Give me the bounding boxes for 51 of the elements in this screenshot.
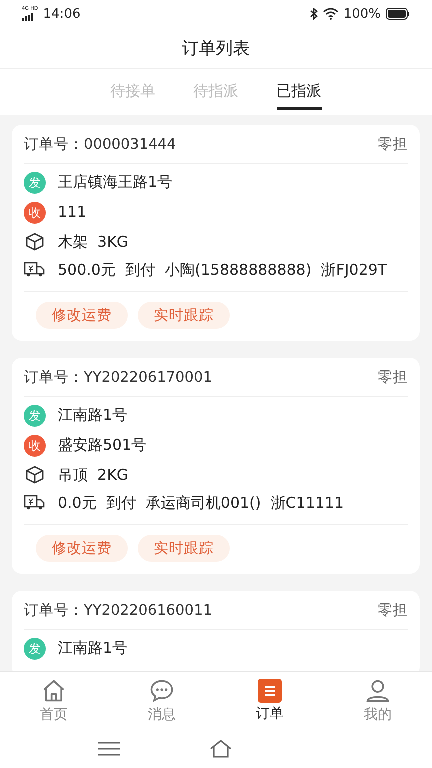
goods-text: 木架 3KG — [58, 232, 129, 252]
sender-badge: 发 — [24, 405, 46, 427]
action-button[interactable]: 修改运费 — [36, 535, 128, 562]
order-number: 订单号：YY202206170001 — [24, 369, 212, 387]
order-card[interactable]: 订单号：YY202206160011 零担 发 江南路1号 — [12, 591, 420, 671]
sender-text: 江南路1号 — [58, 405, 128, 425]
sender-badge: 发 — [24, 172, 46, 194]
wifi-icon — [322, 8, 339, 20]
bluetooth-icon — [310, 8, 318, 20]
tab[interactable]: 待接单 — [110, 74, 156, 110]
user-icon — [365, 678, 391, 704]
order-card[interactable]: 订单号：YY202206170001 零担 发 江南路1号 收 盛安路501号 吊顶 2KG 0.0元 到付 承运商司机001() 浙C11111 修改运费 实时跟踪 — [12, 358, 420, 574]
box-icon — [24, 232, 46, 252]
battery-label: 100% — [344, 6, 381, 22]
nav-tab[interactable]: 首页 — [0, 672, 108, 730]
signal-icon — [22, 13, 34, 21]
sender-text: 王店镇海王路1号 — [58, 172, 173, 192]
truck-icon — [24, 260, 46, 278]
action-button[interactable]: 实时跟踪 — [138, 302, 230, 329]
truck-icon — [24, 493, 46, 511]
nav-tab[interactable]: 我的 — [324, 672, 432, 730]
tab[interactable]: 已指派 — [276, 74, 322, 110]
sender-text: 江南路1号 — [58, 638, 128, 658]
order-type: 零担 — [378, 136, 408, 154]
list-icon — [258, 679, 282, 703]
order-number: 订单号：YY202206160011 — [24, 602, 212, 620]
order-type: 零担 — [378, 369, 408, 387]
status-time: 14:06 — [43, 6, 81, 22]
tab[interactable]: 待指派 — [194, 74, 238, 110]
receiver-badge: 收 — [24, 435, 46, 457]
box-icon — [24, 465, 46, 485]
menu-icon[interactable] — [98, 742, 120, 756]
nav-tab[interactable]: 消息 — [108, 672, 216, 730]
action-button[interactable]: 实时跟踪 — [138, 535, 230, 562]
receiver-text: 111 — [58, 202, 87, 222]
home-icon — [41, 678, 67, 704]
freight-text: 0.0元 到付 承运商司机001() 浙C11111 — [58, 493, 344, 513]
order-type: 零担 — [378, 602, 408, 620]
goods-text: 吊顶 2KG — [58, 465, 129, 485]
chat-icon — [149, 678, 175, 704]
sender-badge: 发 — [24, 638, 46, 660]
page-title: 订单列表 — [0, 28, 432, 69]
freight-text: 500.0元 到付 小陶(15888888888) 浙FJ029T — [58, 260, 388, 280]
order-card[interactable]: 订单号：0000031444 零担 发 王店镇海王路1号 收 111 木架 3KG 500.0元 到付 小陶(15888888888) 浙FJ029T 修改运费 实时跟踪 — [12, 125, 420, 341]
receiver-text: 盛安路501号 — [58, 435, 147, 455]
home-icon[interactable] — [210, 740, 232, 758]
receiver-badge: 收 — [24, 202, 46, 224]
order-number: 订单号：0000031444 — [24, 136, 176, 154]
action-button[interactable]: 修改运费 — [36, 302, 128, 329]
battery-icon — [386, 8, 410, 20]
nav-tab[interactable]: 订单 — [216, 672, 324, 730]
